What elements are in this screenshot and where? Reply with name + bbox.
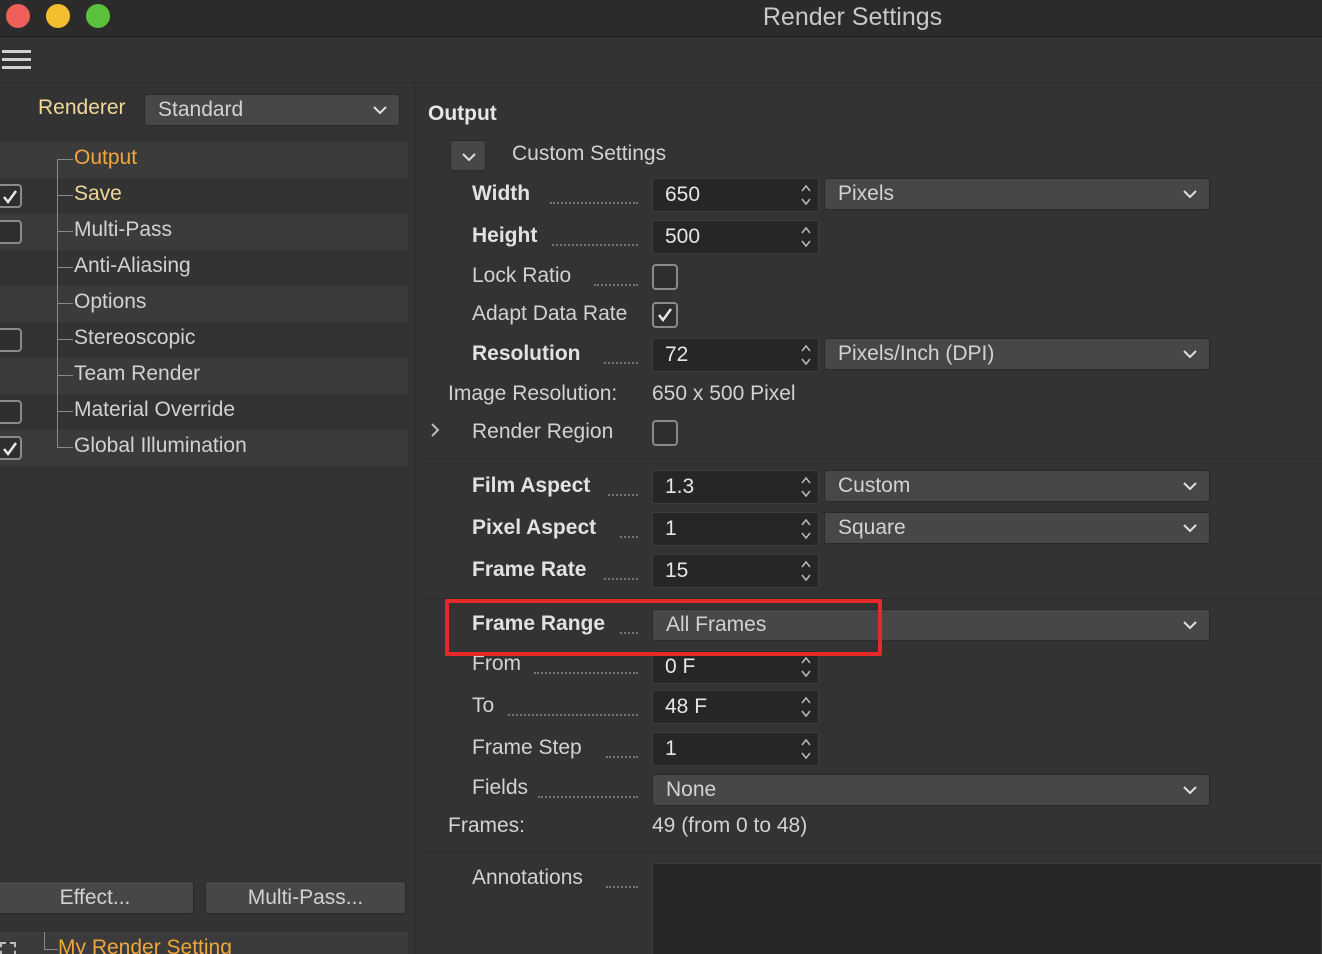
spinner-icon: [801, 226, 811, 248]
lock-ratio-label: Lock Ratio: [472, 264, 572, 287]
annotations-textarea[interactable]: [652, 863, 1322, 954]
pixel-aspect-field[interactable]: 1: [652, 512, 819, 546]
film-aspect-label: Film Aspect: [472, 474, 591, 497]
output-settings-panel: Output Custom Settings Width 650 Pixels …: [416, 84, 1322, 954]
spinner-icon: [801, 656, 811, 678]
width-unit-dropdown[interactable]: Pixels: [824, 178, 1210, 210]
preset-label: Custom Settings: [512, 142, 667, 165]
frame-step-label: Frame Step: [472, 736, 582, 759]
lock-ratio-checkbox[interactable]: [652, 264, 678, 290]
effect-button[interactable]: Effect...: [0, 881, 194, 914]
annotations-label: Annotations: [472, 866, 583, 889]
spinner-icon: [801, 696, 811, 718]
tree-item-team-render[interactable]: Team Render: [0, 358, 408, 394]
chevron-down-icon: [1183, 339, 1197, 369]
height-field[interactable]: 500: [652, 220, 819, 254]
image-resolution-value: 650 x 500 Pixel: [652, 382, 796, 405]
chevron-down-icon: [1183, 179, 1197, 209]
preset-menu-button[interactable]: [450, 140, 486, 171]
material-override-enable-checkbox[interactable]: [0, 400, 22, 424]
spinner-icon: [801, 518, 811, 540]
frame-rate-label: Frame Rate: [472, 558, 587, 581]
save-enable-checkbox[interactable]: [0, 184, 22, 208]
tree-item-global-illumination[interactable]: Global Illumination: [0, 430, 408, 466]
tree-item-options[interactable]: Options: [0, 286, 408, 322]
resolution-label: Resolution: [472, 342, 581, 365]
render-setting-preset-row[interactable]: My Render Setting: [0, 932, 408, 954]
toolbar: [0, 38, 1322, 83]
spinner-icon: [801, 560, 811, 582]
spinner-icon: [801, 344, 811, 366]
frames-value: 49 (from 0 to 48): [652, 814, 808, 837]
global-illumination-enable-checkbox[interactable]: [0, 436, 22, 460]
stereoscopic-enable-checkbox[interactable]: [0, 328, 22, 352]
multi-pass-enable-checkbox[interactable]: [0, 220, 22, 244]
width-field[interactable]: 650: [652, 178, 819, 212]
multi-pass-button[interactable]: Multi-Pass...: [205, 881, 406, 914]
title-bar: Render Settings: [0, 0, 1322, 37]
frame-step-field[interactable]: 1: [652, 732, 819, 766]
fields-dropdown[interactable]: None: [652, 774, 1210, 806]
spinner-icon: [801, 738, 811, 760]
expand-arrow-icon[interactable]: [430, 422, 440, 443]
chevron-down-icon: [1183, 471, 1197, 501]
adapt-data-rate-label: Adapt Data Rate: [472, 302, 628, 325]
film-aspect-dropdown[interactable]: Custom: [824, 470, 1210, 502]
render-setting-icon: [0, 942, 16, 954]
frame-range-highlight: [445, 599, 882, 656]
section-title: Output: [428, 102, 497, 125]
spinner-icon: [801, 184, 811, 206]
tree-item-output[interactable]: Output: [0, 142, 408, 178]
adapt-data-rate-checkbox[interactable]: [652, 302, 678, 328]
film-aspect-field[interactable]: 1.3: [652, 470, 819, 504]
height-label: Height: [472, 224, 538, 247]
render-region-checkbox[interactable]: [652, 420, 678, 446]
width-label: Width: [472, 182, 531, 205]
window-title: Render Settings: [762, 3, 943, 31]
renderer-label: Renderer: [38, 96, 126, 119]
resolution-field[interactable]: 72: [652, 338, 819, 372]
pixel-aspect-label: Pixel Aspect: [472, 516, 597, 539]
menu-icon[interactable]: [2, 50, 31, 70]
renderer-dropdown[interactable]: Standard: [144, 94, 400, 126]
render-region-label: Render Region: [472, 420, 614, 443]
tree-item-material-override[interactable]: Material Override: [0, 394, 408, 430]
frame-rate-field[interactable]: 15: [652, 554, 819, 588]
chevron-down-icon: [1183, 775, 1197, 805]
settings-tree-panel: Renderer Standard Output Save Multi-Pass…: [0, 84, 415, 954]
spinner-icon: [801, 476, 811, 498]
chevron-down-icon: [1183, 610, 1197, 640]
resolution-unit-dropdown[interactable]: Pixels/Inch (DPI): [824, 338, 1210, 370]
tree-item-stereoscopic[interactable]: Stereoscopic: [0, 322, 408, 358]
tree-item-multi-pass[interactable]: Multi-Pass: [0, 214, 408, 250]
tree-item-save[interactable]: Save: [0, 178, 408, 214]
to-label: To: [472, 694, 495, 717]
to-field[interactable]: 48 F: [652, 690, 819, 724]
chevron-down-icon: [373, 95, 387, 125]
preset-name: My Render Setting: [58, 936, 232, 954]
chevron-down-icon: [1183, 513, 1197, 543]
pixel-aspect-dropdown[interactable]: Square: [824, 512, 1210, 544]
frames-label: Frames:: [448, 814, 526, 837]
image-resolution-label: Image Resolution:: [448, 382, 618, 405]
tree-item-anti-aliasing[interactable]: Anti-Aliasing: [0, 250, 408, 286]
fields-label: Fields: [472, 776, 529, 799]
